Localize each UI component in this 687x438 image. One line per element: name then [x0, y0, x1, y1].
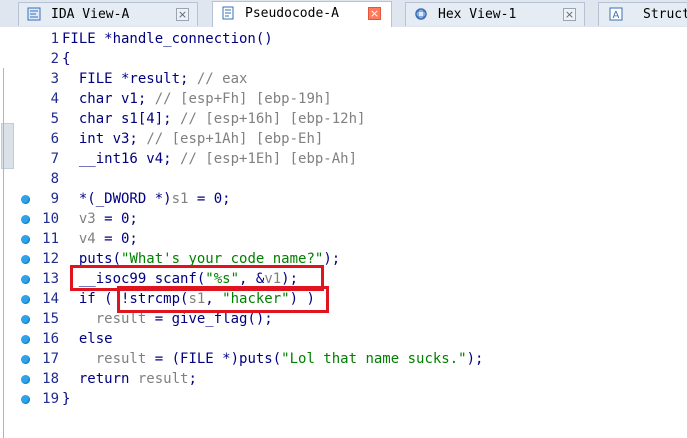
tab-label: Struct — [643, 7, 687, 22]
line-number: 4 — [50, 91, 59, 107]
line-number: 1 — [50, 31, 59, 47]
tab-bar: IDA View-A × Pseudocode-A × Hex View-1 ×… — [0, 0, 687, 28]
breakpoint-dot-icon[interactable] — [21, 235, 30, 244]
code-line-9[interactable]: *(_DWORD *)s1 = 0; — [62, 189, 231, 209]
code-comment: // [esp+Fh] [ebp-19h] — [154, 91, 332, 107]
tab-ida-view-a[interactable]: IDA View-A × — [18, 2, 198, 26]
hex-view-icon — [415, 8, 427, 20]
code-line-7[interactable]: __int16 v4; // [esp+1Eh] [ebp-Ah] — [62, 149, 357, 169]
line-number: 9 — [50, 191, 59, 207]
breakpoint-dot-icon[interactable] — [21, 255, 30, 264]
tab-label: Pseudocode-A — [245, 6, 339, 21]
code-line-6[interactable]: int v3; // [esp+1Ah] [ebp-Eh] — [62, 129, 323, 149]
fold-guide — [3, 68, 4, 438]
line-number: 18 — [42, 371, 59, 387]
tab-pseudocode-a[interactable]: Pseudocode-A × — [212, 1, 392, 27]
line-number: 8 — [50, 171, 59, 187]
code-line-1[interactable]: FILE *handle_connection() — [62, 29, 273, 49]
line-number: 14 — [42, 291, 59, 307]
variable-result[interactable]: result — [138, 371, 189, 387]
line-number: 11 — [42, 231, 59, 247]
close-icon[interactable]: × — [176, 8, 189, 21]
structures-icon: A — [609, 7, 623, 21]
ida-view-icon — [27, 7, 41, 21]
breakpoint-dot-icon[interactable] — [21, 375, 30, 384]
variable-s1[interactable]: s1 — [172, 191, 189, 207]
code-comment: // eax — [196, 71, 248, 87]
line-number: 10 — [42, 211, 59, 227]
code-line-19[interactable]: } — [62, 389, 70, 409]
code-line-16[interactable]: else — [62, 329, 113, 349]
svg-text:A: A — [613, 10, 620, 21]
line-number: 17 — [42, 351, 59, 367]
close-icon[interactable]: × — [563, 8, 576, 21]
line-number: 6 — [50, 131, 59, 147]
variable-result[interactable]: result — [96, 311, 147, 327]
breakpoint-dot-icon[interactable] — [21, 275, 30, 284]
code-line-11[interactable]: v4 = 0; — [62, 229, 138, 249]
line-number: 12 — [42, 251, 59, 267]
breakpoint-dot-icon[interactable] — [21, 315, 30, 324]
highlight-box-strcmp — [117, 286, 329, 313]
code-comment: // [esp+1Eh] [ebp-Ah] — [180, 151, 358, 167]
line-number: 16 — [42, 331, 59, 347]
code-comment: // [esp+16h] [ebp-12h] — [180, 111, 366, 127]
variable-v3[interactable]: v3 — [79, 211, 96, 227]
variable-result[interactable]: result — [96, 351, 147, 367]
code-comment: // [esp+1Ah] [ebp-Eh] — [146, 131, 324, 147]
code-line-18[interactable]: return result; — [62, 369, 197, 389]
code-line-5[interactable]: char s1[4]; // [esp+16h] [ebp-12h] — [62, 109, 366, 129]
tab-label: Hex View-1 — [438, 7, 517, 22]
tab-structures[interactable]: A Struct — [598, 2, 687, 26]
tab-label: IDA View-A — [51, 7, 130, 22]
code-line-10[interactable]: v3 = 0; — [62, 209, 138, 229]
code-line-17[interactable]: result = (FILE *)puts("Lol that name suc… — [62, 349, 484, 369]
tab-hex-view-1[interactable]: Hex View-1 × — [405, 2, 585, 26]
line-number: 19 — [42, 391, 59, 407]
line-number: 5 — [50, 111, 59, 127]
line-number: 15 — [42, 311, 59, 327]
breakpoint-dot-icon[interactable] — [21, 195, 30, 204]
string-literal: "Lol that name sucks." — [281, 351, 467, 367]
pseudocode-icon — [222, 6, 234, 20]
variable-v4[interactable]: v4 — [79, 231, 96, 247]
code-line-4[interactable]: char v1; // [esp+Fh] [ebp-19h] — [62, 89, 332, 109]
line-number: 7 — [50, 151, 59, 167]
pseudocode-view[interactable]: FILE *handle_connection() { FILE *result… — [62, 29, 687, 422]
breakpoint-dot-icon[interactable] — [21, 355, 30, 364]
close-icon[interactable]: × — [368, 7, 381, 20]
line-number: 2 — [50, 51, 59, 67]
breakpoint-dot-icon[interactable] — [21, 335, 30, 344]
code-line-2[interactable]: { — [62, 49, 70, 69]
code-line-3[interactable]: FILE *result; // eax — [62, 69, 248, 89]
breakpoint-dot-icon[interactable] — [21, 295, 30, 304]
breakpoint-dot-icon[interactable] — [21, 395, 30, 404]
line-number: 3 — [50, 71, 59, 87]
line-number: 13 — [42, 271, 59, 287]
breakpoint-dot-icon[interactable] — [21, 215, 30, 224]
